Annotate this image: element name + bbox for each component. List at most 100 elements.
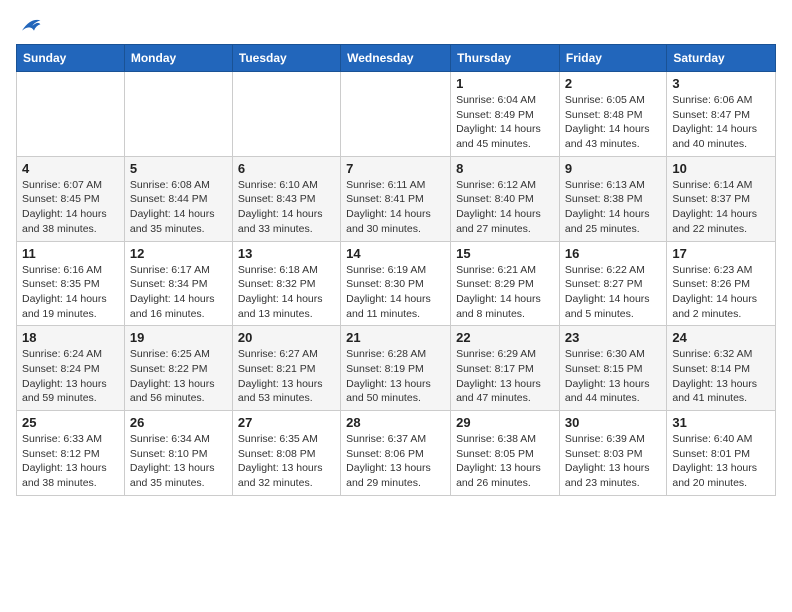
day-number: 28: [346, 415, 445, 430]
week-row-5: 25 Sunrise: 6:33 AM Sunset: 8:12 PM Dayli…: [17, 411, 776, 496]
day-number: 12: [130, 246, 227, 261]
day-number: 18: [22, 330, 119, 345]
calendar-cell: 30Sunrise: 6:39 AM Sunset: 8:03 PM Dayli…: [559, 411, 666, 496]
calendar-cell: 31 Sunrise: 6:40 AM Sunset: 8:01 PM Dayli…: [667, 411, 776, 496]
header-day-monday: Monday: [124, 45, 232, 72]
day-info: Sunrise: 6:11 AM Sunset: 8:41 PM Dayligh…: [346, 178, 445, 237]
calendar-cell: [17, 72, 125, 157]
day-number: 31: [672, 415, 770, 430]
calendar-cell: 17Sunrise: 6:23 AM Sunset: 8:26 PM Dayli…: [667, 241, 776, 326]
calendar-cell: 28 Sunrise: 6:37 AM Sunset: 8:06 PM Dayli…: [341, 411, 451, 496]
header-day-friday: Friday: [559, 45, 666, 72]
day-number: 24: [672, 330, 770, 345]
week-row-1: 1Sunrise: 6:04 AM Sunset: 8:49 PM Daylig…: [17, 72, 776, 157]
day-number: 6: [238, 161, 335, 176]
calendar-cell: 2 Sunrise: 6:05 AM Sunset: 8:48 PM Daylig…: [559, 72, 666, 157]
day-info: Sunrise: 6:14 AM Sunset: 8:37 PM Dayligh…: [672, 178, 770, 237]
calendar-cell: 4 Sunrise: 6:07 AM Sunset: 8:45 PM Daylig…: [17, 156, 125, 241]
calendar-cell: 18 Sunrise: 6:24 AM Sunset: 8:24 PM Dayli…: [17, 326, 125, 411]
day-number: 20: [238, 330, 335, 345]
calendar-cell: 12 Sunrise: 6:17 AM Sunset: 8:34 PM Dayli…: [124, 241, 232, 326]
day-number: 10: [672, 161, 770, 176]
day-info: Sunrise: 6:35 AM Sunset: 8:08 PM Dayligh…: [238, 432, 335, 491]
day-info: Sunrise: 6:40 AM Sunset: 8:01 PM Dayligh…: [672, 432, 770, 491]
calendar-cell: 19 Sunrise: 6:25 AM Sunset: 8:22 PM Dayli…: [124, 326, 232, 411]
day-info: Sunrise: 6:37 AM Sunset: 8:06 PM Dayligh…: [346, 432, 445, 491]
week-row-2: 4 Sunrise: 6:07 AM Sunset: 8:45 PM Daylig…: [17, 156, 776, 241]
day-number: 22: [456, 330, 554, 345]
day-info: Sunrise: 6:30 AM Sunset: 8:15 PM Dayligh…: [565, 347, 661, 406]
calendar-cell: 15Sunrise: 6:21 AM Sunset: 8:29 PM Dayli…: [451, 241, 560, 326]
calendar-cell: 10 Sunrise: 6:14 AM Sunset: 8:37 PM Dayli…: [667, 156, 776, 241]
day-info: Sunrise: 6:29 AM Sunset: 8:17 PM Dayligh…: [456, 347, 554, 406]
day-info: Sunrise: 6:38 AM Sunset: 8:05 PM Dayligh…: [456, 432, 554, 491]
calendar-cell: 8 Sunrise: 6:12 AM Sunset: 8:40 PM Daylig…: [451, 156, 560, 241]
day-info: Sunrise: 6:19 AM Sunset: 8:30 PM Dayligh…: [346, 263, 445, 322]
day-info: Sunrise: 6:08 AM Sunset: 8:44 PM Dayligh…: [130, 178, 227, 237]
calendar-table: SundayMondayTuesdayWednesdayThursdayFrid…: [16, 44, 776, 496]
day-number: 26: [130, 415, 227, 430]
calendar-header: SundayMondayTuesdayWednesdayThursdayFrid…: [17, 45, 776, 72]
calendar-cell: 24 Sunrise: 6:32 AM Sunset: 8:14 PM Dayli…: [667, 326, 776, 411]
logo: [16, 16, 42, 34]
calendar-cell: 6 Sunrise: 6:10 AM Sunset: 8:43 PM Daylig…: [232, 156, 340, 241]
calendar-cell: 23Sunrise: 6:30 AM Sunset: 8:15 PM Dayli…: [559, 326, 666, 411]
day-info: Sunrise: 6:24 AM Sunset: 8:24 PM Dayligh…: [22, 347, 119, 406]
day-info: Sunrise: 6:28 AM Sunset: 8:19 PM Dayligh…: [346, 347, 445, 406]
day-number: 11: [22, 246, 119, 261]
day-info: Sunrise: 6:13 AM Sunset: 8:38 PM Dayligh…: [565, 178, 661, 237]
day-info: Sunrise: 6:33 AM Sunset: 8:12 PM Dayligh…: [22, 432, 119, 491]
header-day-tuesday: Tuesday: [232, 45, 340, 72]
day-info: Sunrise: 6:32 AM Sunset: 8:14 PM Dayligh…: [672, 347, 770, 406]
calendar-cell: 5Sunrise: 6:08 AM Sunset: 8:44 PM Daylig…: [124, 156, 232, 241]
calendar-cell: 7 Sunrise: 6:11 AM Sunset: 8:41 PM Daylig…: [341, 156, 451, 241]
day-info: Sunrise: 6:25 AM Sunset: 8:22 PM Dayligh…: [130, 347, 227, 406]
calendar-cell: 21 Sunrise: 6:28 AM Sunset: 8:19 PM Dayli…: [341, 326, 451, 411]
header-day-saturday: Saturday: [667, 45, 776, 72]
day-info: Sunrise: 6:18 AM Sunset: 8:32 PM Dayligh…: [238, 263, 335, 322]
logo-bird-icon: [18, 16, 42, 34]
day-number: 25: [22, 415, 119, 430]
day-number: 16: [565, 246, 661, 261]
calendar-cell: 9 Sunrise: 6:13 AM Sunset: 8:38 PM Daylig…: [559, 156, 666, 241]
calendar-cell: 25 Sunrise: 6:33 AM Sunset: 8:12 PM Dayli…: [17, 411, 125, 496]
week-row-3: 11 Sunrise: 6:16 AM Sunset: 8:35 PM Dayli…: [17, 241, 776, 326]
day-number: 19: [130, 330, 227, 345]
day-info: Sunrise: 6:22 AM Sunset: 8:27 PM Dayligh…: [565, 263, 661, 322]
day-info: Sunrise: 6:12 AM Sunset: 8:40 PM Dayligh…: [456, 178, 554, 237]
header-day-sunday: Sunday: [17, 45, 125, 72]
header-row: SundayMondayTuesdayWednesdayThursdayFrid…: [17, 45, 776, 72]
day-info: Sunrise: 6:34 AM Sunset: 8:10 PM Dayligh…: [130, 432, 227, 491]
day-number: 8: [456, 161, 554, 176]
day-number: 21: [346, 330, 445, 345]
day-number: 14: [346, 246, 445, 261]
day-info: Sunrise: 6:10 AM Sunset: 8:43 PM Dayligh…: [238, 178, 335, 237]
day-number: 7: [346, 161, 445, 176]
calendar-cell: 16 Sunrise: 6:22 AM Sunset: 8:27 PM Dayli…: [559, 241, 666, 326]
day-number: 1: [456, 76, 554, 91]
calendar-cell: 26 Sunrise: 6:34 AM Sunset: 8:10 PM Dayli…: [124, 411, 232, 496]
calendar-cell: 20 Sunrise: 6:27 AM Sunset: 8:21 PM Dayli…: [232, 326, 340, 411]
day-info: Sunrise: 6:05 AM Sunset: 8:48 PM Dayligh…: [565, 93, 661, 152]
day-number: 30: [565, 415, 661, 430]
calendar-cell: 29 Sunrise: 6:38 AM Sunset: 8:05 PM Dayli…: [451, 411, 560, 496]
day-number: 27: [238, 415, 335, 430]
day-number: 2: [565, 76, 661, 91]
day-number: 29: [456, 415, 554, 430]
calendar-cell: [124, 72, 232, 157]
day-info: Sunrise: 6:21 AM Sunset: 8:29 PM Dayligh…: [456, 263, 554, 322]
day-info: Sunrise: 6:16 AM Sunset: 8:35 PM Dayligh…: [22, 263, 119, 322]
header-day-thursday: Thursday: [451, 45, 560, 72]
calendar-cell: [232, 72, 340, 157]
calendar-body: 1Sunrise: 6:04 AM Sunset: 8:49 PM Daylig…: [17, 72, 776, 496]
day-info: Sunrise: 6:17 AM Sunset: 8:34 PM Dayligh…: [130, 263, 227, 322]
day-number: 4: [22, 161, 119, 176]
day-info: Sunrise: 6:07 AM Sunset: 8:45 PM Dayligh…: [22, 178, 119, 237]
page-header: [16, 16, 776, 34]
day-number: 3: [672, 76, 770, 91]
day-number: 9: [565, 161, 661, 176]
calendar-cell: 11 Sunrise: 6:16 AM Sunset: 8:35 PM Dayli…: [17, 241, 125, 326]
calendar-cell: 22 Sunrise: 6:29 AM Sunset: 8:17 PM Dayli…: [451, 326, 560, 411]
calendar-cell: 13Sunrise: 6:18 AM Sunset: 8:32 PM Dayli…: [232, 241, 340, 326]
day-info: Sunrise: 6:27 AM Sunset: 8:21 PM Dayligh…: [238, 347, 335, 406]
